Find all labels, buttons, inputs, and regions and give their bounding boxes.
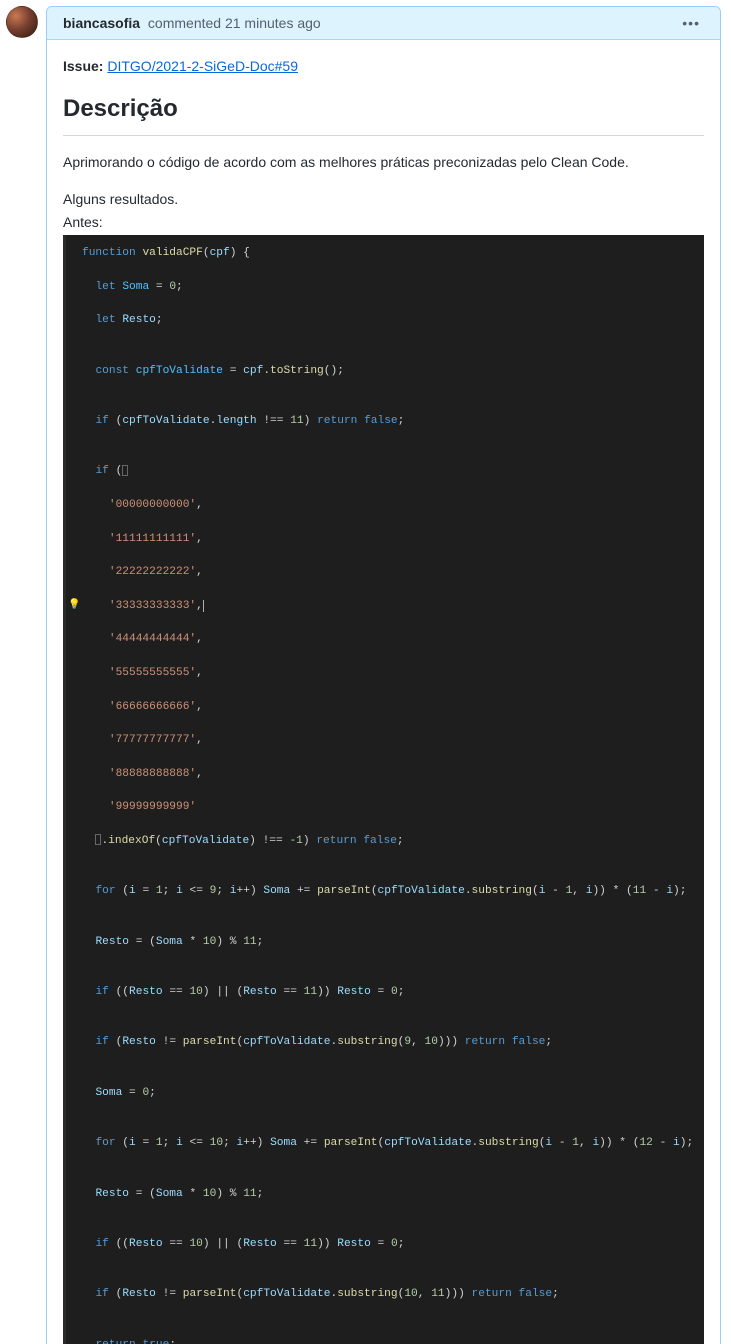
comment: biancasofia commented 21 minutes ago •••… <box>46 6 721 1344</box>
avatar[interactable] <box>6 6 38 38</box>
issue-label: Issue: <box>63 58 103 74</box>
kebab-icon[interactable]: ••• <box>678 15 704 31</box>
meta-prefix: commented <box>148 15 225 31</box>
section-heading: Descrição <box>63 91 704 136</box>
timestamp[interactable]: 21 minutes ago <box>225 15 321 31</box>
avatar-container <box>6 6 46 1344</box>
author-link[interactable]: biancasofia <box>63 15 140 31</box>
comment-body: Issue: DITGO/2021-2-SiGeD-Doc#59 Descriç… <box>47 40 720 1344</box>
comment-meta: biancasofia commented 21 minutes ago <box>63 15 678 31</box>
description-paragraph: Aprimorando o código de acordo com as me… <box>63 152 704 173</box>
issue-line: Issue: DITGO/2021-2-SiGeD-Doc#59 <box>63 56 704 77</box>
issue-link[interactable]: DITGO/2021-2-SiGeD-Doc#59 <box>107 58 298 74</box>
timeline-item: biancasofia commented 21 minutes ago •••… <box>0 0 731 1344</box>
before-label: Antes: <box>63 212 704 233</box>
code-snippet-before: function validaCPF(cpf) { let Soma = 0; … <box>63 235 704 1344</box>
comment-header: biancasofia commented 21 minutes ago ••• <box>47 7 720 40</box>
results-label: Alguns resultados. <box>63 189 704 210</box>
